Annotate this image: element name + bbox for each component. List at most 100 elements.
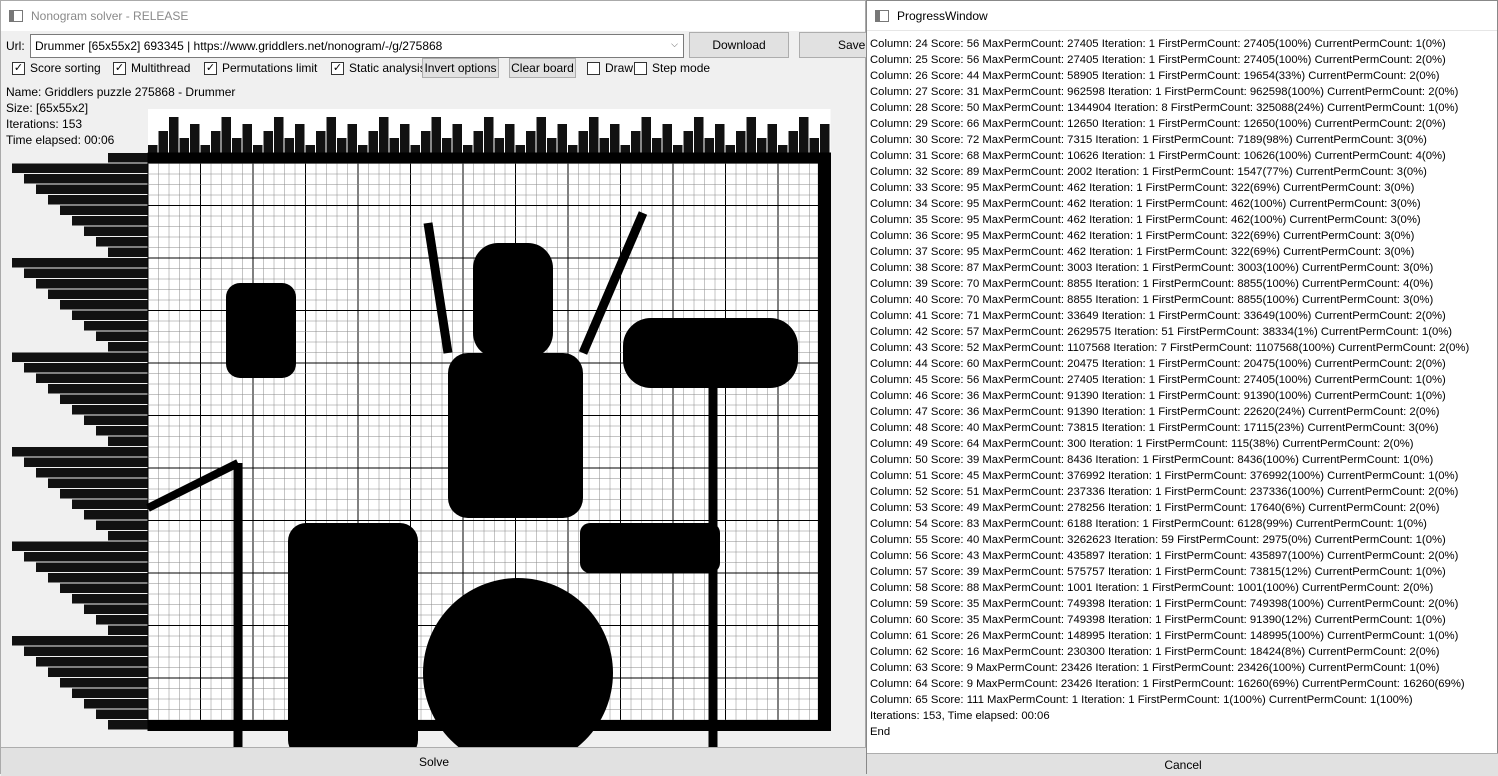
row-clue-block <box>96 615 148 625</box>
chevron-down-icon[interactable]: ⌵ <box>671 39 678 50</box>
log-line: Column: 39 Score: 70 MaxPermCount: 8855 … <box>870 278 1434 290</box>
progress-titlebar[interactable]: ProgressWindow <box>867 1 1497 31</box>
log-line: Column: 26 Score: 44 MaxPermCount: 58905… <box>870 70 1440 82</box>
option-label: Permutations limit <box>222 61 318 75</box>
log-line: Column: 55 Score: 40 MaxPermCount: 32626… <box>870 534 1446 546</box>
checkbox-unchecked-icon[interactable] <box>587 61 600 75</box>
url-combobox[interactable]: Drummer [65x55x2] 693345 | https://www.g… <box>30 34 684 58</box>
log-line: Column: 38 Score: 87 MaxPermCount: 3003 … <box>870 262 1434 274</box>
log-line: Column: 28 Score: 50 MaxPermCount: 13449… <box>870 102 1459 114</box>
row-clue-block <box>72 310 148 320</box>
column-clue-block <box>578 131 588 153</box>
column-clue-block <box>421 131 431 153</box>
main-titlebar[interactable]: Nonogram solver - RELEASE <box>1 1 865 31</box>
checkbox-checked-icon[interactable]: ✓ <box>204 61 217 75</box>
column-clue-block <box>484 117 494 153</box>
column-clue-block <box>610 124 620 153</box>
torso-shape <box>448 353 583 518</box>
row-clue-block <box>72 499 148 509</box>
nonogram-board-canvas[interactable] <box>1 87 867 773</box>
solve-button[interactable]: Solve <box>1 747 867 776</box>
option-score-sorting[interactable]: ✓ Score sorting <box>12 61 101 75</box>
log-line: Column: 32 Score: 89 MaxPermCount: 2002 … <box>870 166 1427 178</box>
column-clue-block <box>358 145 368 153</box>
row-clue-block <box>24 268 148 278</box>
filled-cells <box>817 153 831 731</box>
row-clue-block <box>12 163 148 173</box>
puzzle-iterations: Iterations: 153 <box>6 117 83 131</box>
log-line: Column: 59 Score: 35 MaxPermCount: 74939… <box>870 598 1459 610</box>
checkbox-unchecked-icon[interactable] <box>634 61 647 75</box>
column-clue-block <box>179 138 189 153</box>
log-line: Column: 40 Score: 70 MaxPermCount: 8855 … <box>870 294 1434 306</box>
row-clue-block <box>12 352 148 362</box>
column-clue-block <box>148 145 158 153</box>
app-icon <box>9 10 23 22</box>
log-line: Column: 51 Score: 45 MaxPermCount: 37699… <box>870 470 1459 482</box>
option-label: Step mode <box>652 61 711 75</box>
row-clue-block <box>72 405 148 415</box>
log-line: Column: 63 Score: 9 MaxPermCount: 23426 … <box>870 662 1440 674</box>
option-static-analysis[interactable]: ✓ Static analysis <box>331 61 426 75</box>
option-multithread[interactable]: ✓ Multithread <box>113 61 190 75</box>
column-clue-block <box>526 131 536 153</box>
column-clue-block <box>515 145 525 153</box>
invert-options-button[interactable]: Invert options <box>422 58 499 78</box>
row-clue-block <box>108 342 148 352</box>
log-line: Column: 34 Score: 95 MaxPermCount: 462 I… <box>870 198 1421 210</box>
column-clue-block <box>662 124 672 153</box>
column-clue-block <box>263 131 273 153</box>
row-clue-block <box>48 384 148 394</box>
option-permutations-limit[interactable]: ✓ Permutations limit <box>204 61 317 75</box>
row-clue-block <box>12 636 148 646</box>
row-clue-block <box>60 394 148 404</box>
row-clue-block <box>60 583 148 593</box>
progress-log: Column: 24 Score: 56 MaxPermCount: 27405… <box>870 36 1497 740</box>
row-clue-block <box>108 531 148 541</box>
cymbal-left <box>226 283 296 378</box>
column-clue-block <box>305 145 315 153</box>
row-clue-block <box>12 447 148 457</box>
column-clue-block <box>274 117 284 153</box>
nonogram-board[interactable] <box>1 87 867 773</box>
column-clue-block <box>158 131 168 153</box>
log-line: Column: 65 Score: 111 MaxPermCount: 1 It… <box>870 694 1413 706</box>
column-clue-block <box>400 124 410 153</box>
column-clue-block <box>211 131 221 153</box>
column-clue-block <box>463 145 473 153</box>
main-window: Nonogram solver - RELEASE Url: Drummer [… <box>0 0 879 776</box>
option-label: Score sorting <box>30 61 101 75</box>
checkbox-checked-icon[interactable]: ✓ <box>12 61 25 75</box>
row-clue-block <box>48 289 148 299</box>
option-draw[interactable]: Draw <box>587 61 633 75</box>
checkbox-checked-icon[interactable]: ✓ <box>113 61 126 75</box>
row-clue-block <box>60 205 148 215</box>
column-clue-block <box>715 124 725 153</box>
option-step-mode[interactable]: Step mode <box>634 61 710 75</box>
checkbox-checked-icon[interactable]: ✓ <box>331 61 344 75</box>
log-line: Column: 31 Score: 68 MaxPermCount: 10626… <box>870 150 1446 162</box>
column-clue-block <box>295 124 305 153</box>
option-label: Draw <box>605 61 634 75</box>
row-clue-block <box>48 667 148 677</box>
row-clue-block <box>24 174 148 184</box>
log-line: Column: 50 Score: 39 MaxPermCount: 8436 … <box>870 454 1434 466</box>
cancel-button[interactable]: Cancel <box>867 753 1498 776</box>
column-clue-block <box>599 138 609 153</box>
column-clue-block <box>494 138 504 153</box>
log-line: Column: 48 Score: 40 MaxPermCount: 73815… <box>870 422 1439 434</box>
row-clue-block <box>96 426 148 436</box>
column-clue-block <box>536 117 546 153</box>
clear-board-button[interactable]: Clear board <box>509 58 576 78</box>
app-icon <box>875 9 889 22</box>
row-clue-block <box>84 699 148 709</box>
row-clue-block <box>84 321 148 331</box>
row-clue-block <box>72 594 148 604</box>
column-clue-block <box>242 124 252 153</box>
column-clue-block <box>683 131 693 153</box>
row-clue-block <box>48 478 148 488</box>
column-clue-block <box>725 145 735 153</box>
row-clue-block <box>36 657 148 667</box>
column-clue-block <box>431 117 441 153</box>
download-button[interactable]: Download <box>689 32 789 58</box>
